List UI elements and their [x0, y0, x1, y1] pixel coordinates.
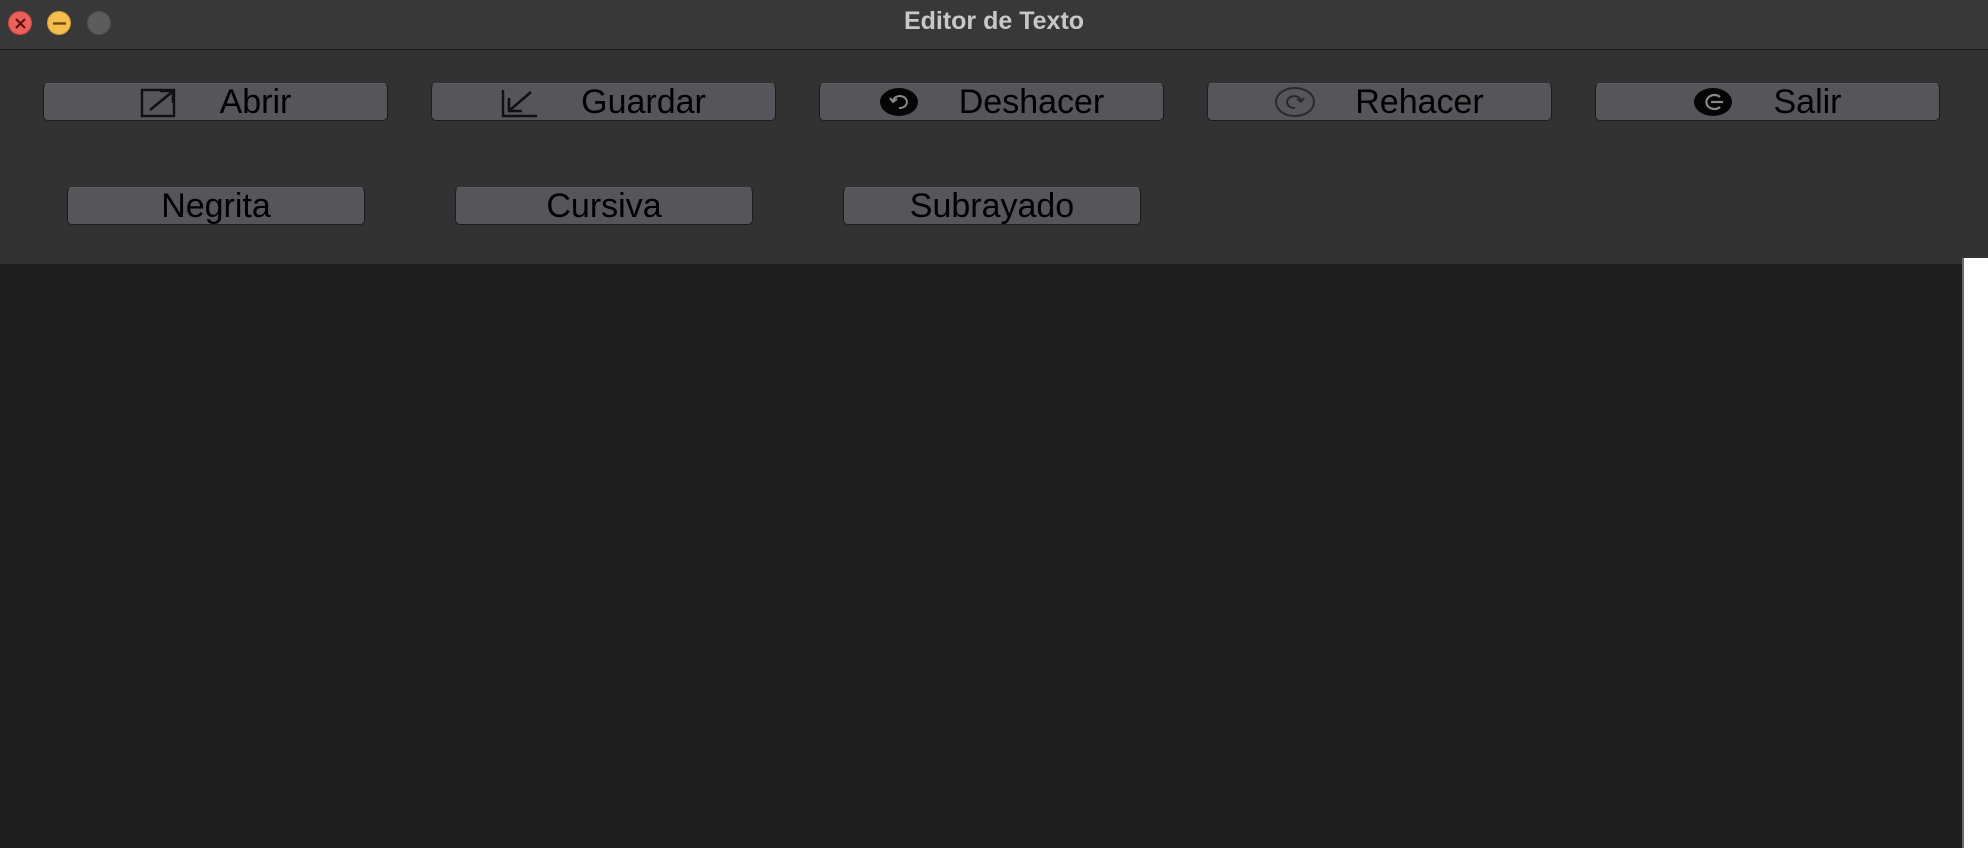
exit-button[interactable]: Salir: [1595, 83, 1940, 121]
open-button-label: Abrir: [219, 83, 292, 121]
save-button-label: Guardar: [581, 83, 706, 121]
side-panel-edge: [1962, 258, 1988, 848]
close-icon: [15, 18, 26, 29]
minimize-icon: [53, 22, 66, 25]
undo-button[interactable]: Deshacer: [819, 83, 1164, 121]
exit-icon: [1693, 86, 1733, 118]
save-button[interactable]: Guardar: [431, 83, 776, 121]
underline-button-label: Subrayado: [909, 187, 1075, 225]
toolbar: Abrir Guardar Deshacer Rehacer Salir Neg…: [0, 50, 1988, 264]
title-bar: Editor de Texto: [0, 0, 1988, 50]
open-button[interactable]: Abrir: [43, 83, 388, 121]
minimize-window-button[interactable]: [47, 11, 71, 35]
bold-button-label: Negrita: [161, 187, 271, 225]
save-arrow-icon: [501, 86, 541, 118]
exit-button-label: Salir: [1773, 83, 1842, 121]
undo-icon: [879, 86, 919, 118]
redo-icon: [1275, 86, 1316, 118]
italic-button[interactable]: Cursiva: [455, 187, 753, 225]
redo-button-label: Rehacer: [1355, 83, 1484, 121]
close-window-button[interactable]: [8, 11, 32, 35]
app-window: Editor de Texto Abrir Guardar Deshacer R…: [0, 0, 1988, 848]
redo-button[interactable]: Rehacer: [1207, 83, 1552, 121]
text-editor-area[interactable]: [0, 264, 1958, 844]
underline-button[interactable]: Subrayado: [843, 187, 1141, 225]
window-title: Editor de Texto: [903, 7, 1085, 35]
zoom-window-button: [87, 11, 111, 35]
bold-button[interactable]: Negrita: [67, 187, 365, 225]
open-arrow-icon: [140, 86, 180, 118]
undo-button-label: Deshacer: [958, 83, 1105, 121]
italic-button-label: Cursiva: [546, 187, 662, 225]
